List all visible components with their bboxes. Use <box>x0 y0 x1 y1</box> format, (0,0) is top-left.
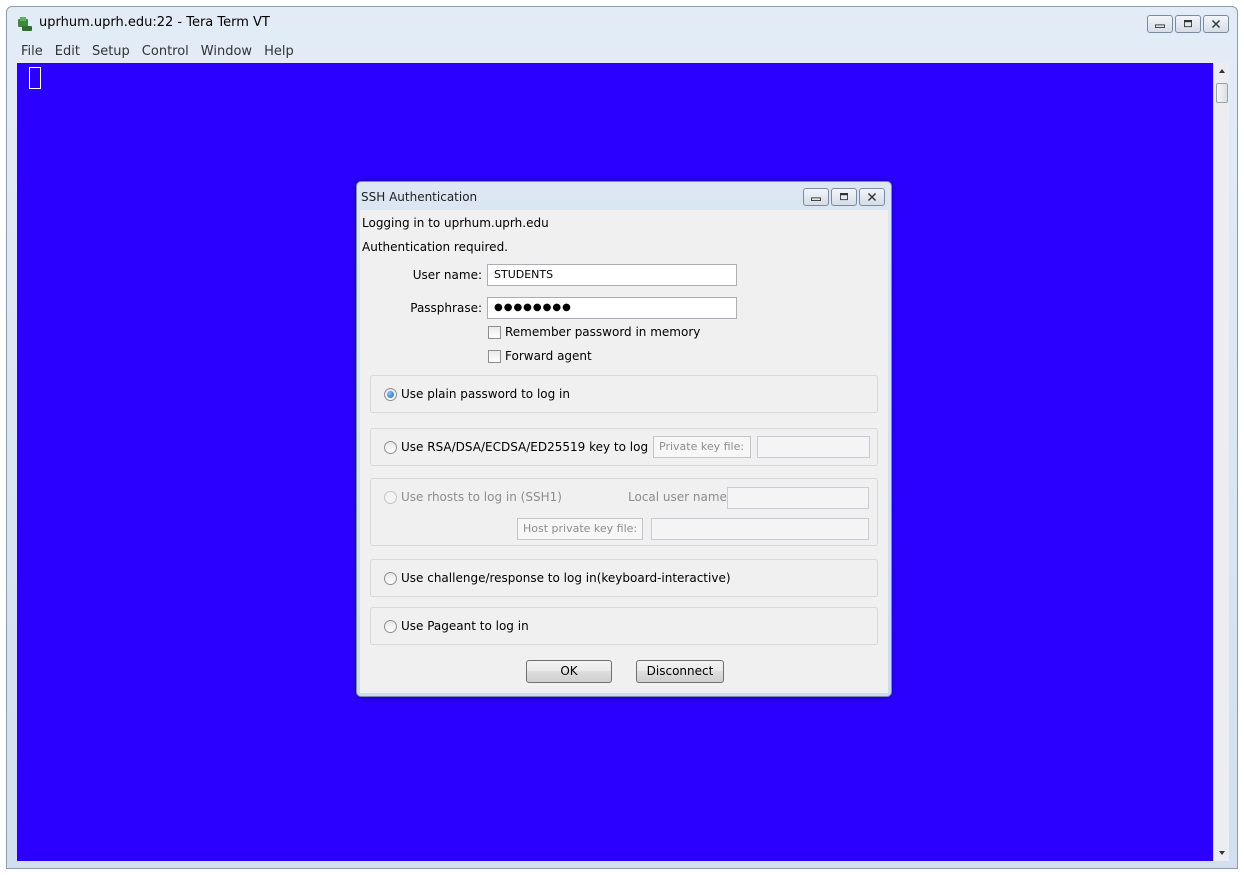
maximize-icon <box>840 193 848 201</box>
dialog-maximize-button[interactable] <box>831 188 857 206</box>
minimize-button[interactable] <box>1147 15 1173 33</box>
terminal-cursor <box>29 67 41 89</box>
scroll-up-icon[interactable] <box>1214 63 1230 79</box>
rsa-key-radio[interactable] <box>384 441 397 454</box>
passphrase-input[interactable]: ●●●●●●●● <box>487 297 737 319</box>
pageant-label: Use Pageant to log in <box>401 619 529 633</box>
minimize-icon <box>1155 24 1165 28</box>
maximize-icon <box>1184 20 1192 28</box>
tera-term-icon <box>18 17 32 31</box>
window-title: uprhum.uprh.edu:22 - Tera Term VT <box>39 15 270 30</box>
ssh-authentication-dialog: SSH Authentication Logging in to uprhum.… <box>356 181 892 697</box>
remember-password-checkbox[interactable] <box>488 326 501 339</box>
passphrase-label: Passphrase: <box>410 301 482 315</box>
menu-setup[interactable]: Setup <box>86 43 136 61</box>
rhosts-label: Use rhosts to log in (SSH1) <box>401 490 562 504</box>
menu-file[interactable]: File <box>15 43 49 61</box>
close-icon <box>1211 19 1221 29</box>
menu-help[interactable]: Help <box>258 43 300 61</box>
menu-window[interactable]: Window <box>195 43 258 61</box>
maximize-button[interactable] <box>1175 15 1201 33</box>
username-input[interactable]: STUDENTS <box>487 264 737 286</box>
dialog-close-button[interactable] <box>859 188 885 206</box>
rhosts-radio[interactable] <box>384 491 397 504</box>
plain-password-label: Use plain password to log in <box>401 387 570 401</box>
dialog-minimize-button[interactable] <box>803 188 829 206</box>
rsa-key-label: Use RSA/DSA/ECDSA/ED25519 key to log in <box>401 440 663 454</box>
local-user-name-input[interactable] <box>727 487 869 509</box>
pageant-group: Use Pageant to log in <box>370 607 878 645</box>
challenge-response-label: Use challenge/response to log in(keyboar… <box>401 571 731 585</box>
challenge-response-group: Use challenge/response to log in(keyboar… <box>370 559 878 597</box>
pageant-radio[interactable] <box>384 620 397 633</box>
username-label: User name: <box>412 268 482 282</box>
minimize-icon <box>811 197 821 201</box>
logging-in-text: Logging in to uprhum.uprh.edu <box>362 216 549 230</box>
private-key-file-input[interactable] <box>757 436 870 458</box>
dialog-title: SSH Authentication <box>361 190 478 204</box>
rsa-key-group: Use RSA/DSA/ECDSA/ED25519 key to log in … <box>370 428 878 466</box>
close-icon <box>867 192 877 202</box>
title-bar[interactable]: uprhum.uprh.edu:22 - Tera Term VT <box>7 7 1237 41</box>
forward-agent-checkbox[interactable] <box>488 350 501 363</box>
forward-agent-label: Forward agent <box>505 349 592 363</box>
plain-password-radio[interactable] <box>384 388 397 401</box>
auth-required-text: Authentication required. <box>362 240 508 254</box>
dialog-window-controls <box>803 188 885 206</box>
challenge-response-radio[interactable] <box>384 572 397 585</box>
plain-password-group: Use plain password to log in <box>370 375 878 413</box>
local-user-name-label: Local user name: <box>628 490 731 504</box>
scroll-down-icon[interactable] <box>1214 845 1230 861</box>
disconnect-button[interactable]: Disconnect <box>636 660 724 683</box>
scroll-thumb[interactable] <box>1216 83 1228 103</box>
menu-control[interactable]: Control <box>136 43 195 61</box>
close-button[interactable] <box>1203 15 1229 33</box>
private-key-file-button[interactable]: Private key file: <box>653 436 751 458</box>
rhosts-group: Use rhosts to log in (SSH1) Local user n… <box>370 478 878 546</box>
ok-button[interactable]: OK <box>526 660 612 683</box>
remember-password-label: Remember password in memory <box>505 325 701 339</box>
menu-edit[interactable]: Edit <box>49 43 86 61</box>
host-private-key-file-input[interactable] <box>651 518 869 540</box>
host-private-key-file-button[interactable]: Host private key file: <box>517 518 643 540</box>
vertical-scrollbar[interactable] <box>1213 63 1229 861</box>
window-controls <box>1147 15 1229 33</box>
menu-bar: File Edit Setup Control Window Help <box>15 43 300 61</box>
dialog-body: Logging in to uprhum.uprh.edu Authentica… <box>360 210 888 693</box>
